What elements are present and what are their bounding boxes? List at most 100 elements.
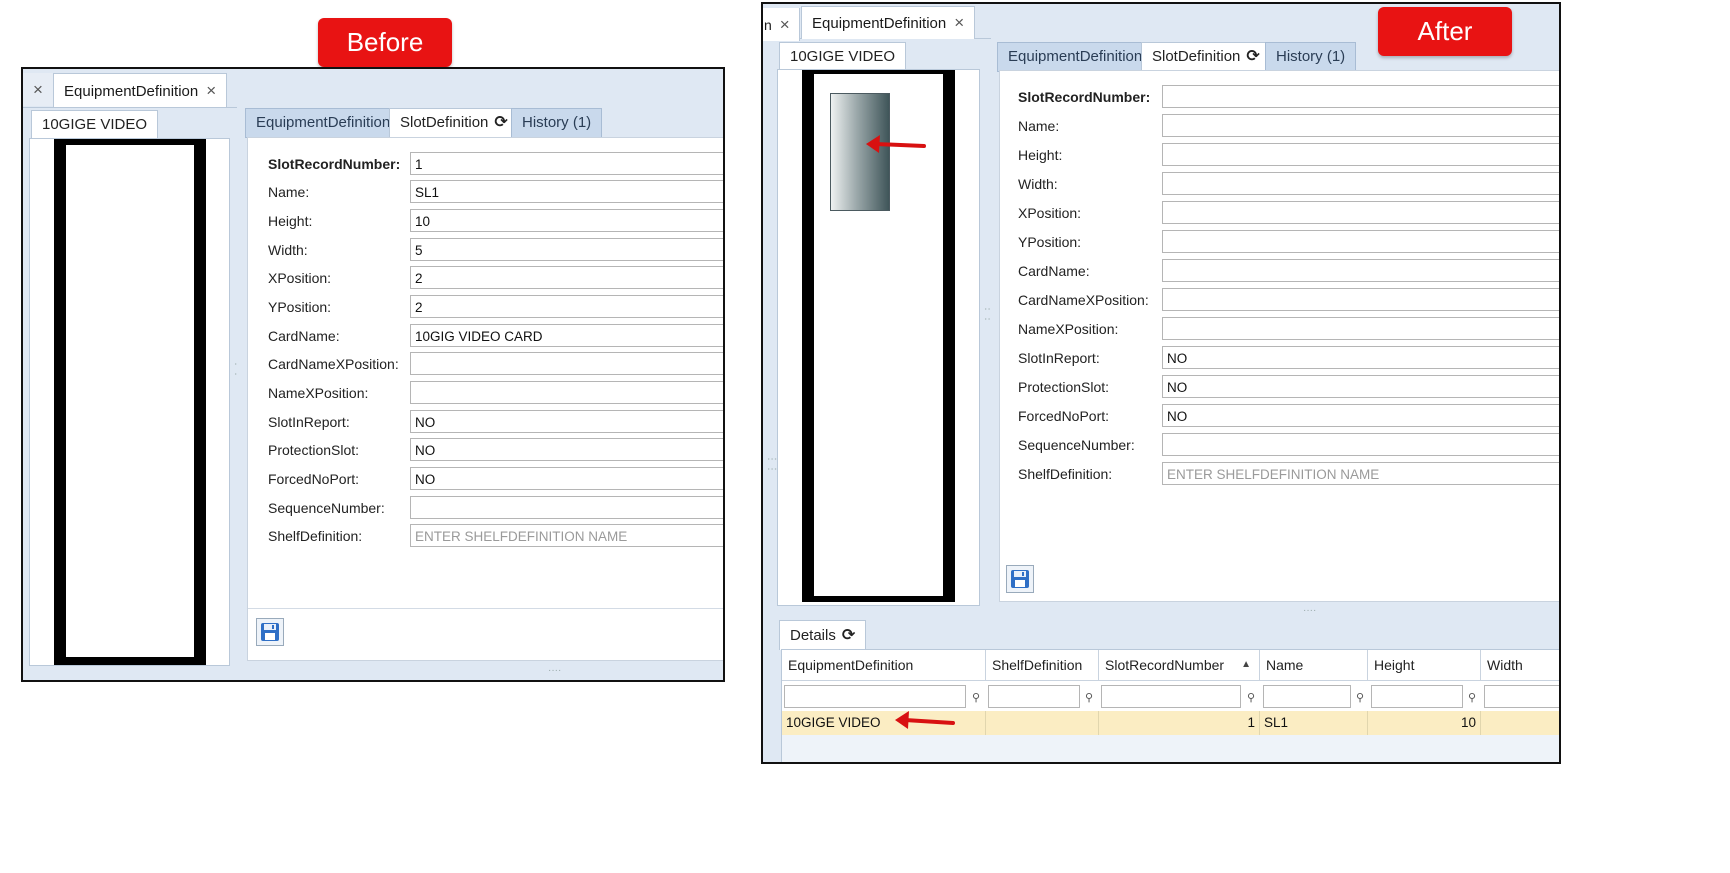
label-protection-slot: ProtectionSlot: (268, 442, 360, 458)
yposition-field[interactable] (1162, 230, 1559, 253)
width-field[interactable]: 5 (410, 238, 723, 261)
card-name-xposition-field[interactable] (1162, 288, 1559, 311)
card-name-field[interactable]: 10GIG VIDEO CARD (410, 324, 723, 347)
forced-no-port-field[interactable]: NO (410, 467, 723, 490)
filter-input-slot[interactable] (1101, 685, 1241, 708)
forced-no-port-field[interactable]: NO (1162, 404, 1559, 427)
slot-record-number-field[interactable] (1162, 85, 1559, 108)
label-width: Width: (1018, 176, 1058, 192)
tab-history[interactable]: History (1) (1265, 42, 1357, 72)
label-shelf-definition: ShelfDefinition: (268, 528, 363, 544)
name-xposition-field[interactable] (1162, 317, 1559, 340)
arrow-annotation-row (895, 711, 955, 729)
column-header-width[interactable]: Width (1481, 650, 1559, 680)
refresh-icon[interactable]: ⟳ (842, 621, 855, 650)
tab-details[interactable]: Details ⟳ (779, 620, 867, 650)
slot-record-number-field[interactable]: 1 (410, 152, 723, 175)
label-height: Height: (268, 213, 313, 229)
floppy-disk-icon (261, 623, 279, 641)
filter-input-height[interactable] (1371, 685, 1463, 708)
column-header-slot-record-number[interactable]: SlotRecordNumber ▲ (1099, 650, 1260, 680)
label-yposition: YPosition: (1018, 234, 1082, 250)
name-field[interactable] (1162, 114, 1559, 137)
after-label: After (1378, 7, 1512, 56)
tab-slot-definition[interactable]: SlotDefinition ⟳ (1141, 42, 1271, 71)
filter-input-equipment[interactable] (784, 685, 966, 708)
card-name-xposition-field[interactable] (410, 352, 723, 375)
cell-height: 10 (1368, 711, 1481, 735)
tab-10gige-video[interactable]: 10GIGE VIDEO (779, 42, 907, 71)
sequence-number-field[interactable] (410, 496, 723, 519)
slot-definition-form: SlotRecordNumber: Name: Height: Width: X… (999, 70, 1559, 602)
xposition-field[interactable] (1162, 201, 1559, 224)
tab-equipment-definition[interactable]: EquipmentDefinition × (801, 6, 976, 39)
filter-input-width[interactable] (1484, 685, 1559, 708)
label-slot-record-number: SlotRecordNumber: (1018, 89, 1151, 105)
slot-definition-form: SlotRecordNumber: Name: Height: Width: X… (247, 137, 723, 661)
splitter-handle[interactable]: ···· (548, 665, 561, 676)
label-name-xposition: NameXPosition: (268, 385, 369, 401)
protection-slot-field[interactable]: NO (1162, 375, 1559, 398)
protection-slot-field[interactable]: NO (410, 438, 723, 461)
close-icon[interactable]: × (206, 81, 216, 100)
rack-frame (54, 139, 206, 665)
filter-icon[interactable]: ⚲ (1247, 691, 1255, 704)
tab-label: SlotDefinition (400, 114, 489, 131)
column-header-equipment-definition[interactable]: EquipmentDefinition (782, 650, 986, 680)
tab-10gige-video[interactable]: 10GIGE VIDEO (31, 110, 159, 139)
previous-tab[interactable]: n × (763, 8, 800, 41)
label-width: Width: (268, 242, 308, 258)
filter-icon[interactable]: ⚲ (1468, 691, 1476, 704)
refresh-icon[interactable]: ⟳ (1246, 43, 1259, 71)
form-container: EquipmentDefinition SlotDefinition ⟳ Hist… (237, 104, 723, 664)
name-xposition-field[interactable] (410, 381, 723, 404)
tab-equipment-definition-form[interactable]: EquipmentDefinition (245, 108, 402, 138)
rack-slot-area (66, 145, 194, 657)
splitter-handle[interactable]: ⋮⋮ (766, 454, 777, 474)
label-card-name: CardName: (1018, 263, 1090, 279)
close-icon[interactable]: × (954, 13, 964, 32)
tab-history[interactable]: History (1) (511, 108, 603, 138)
slot-in-report-field[interactable]: NO (1162, 346, 1559, 369)
sequence-number-field[interactable] (1162, 433, 1559, 456)
after-window: n × EquipmentDefinition × 10GIGE VIDEO ⋮⋮ … (761, 2, 1561, 764)
filter-icon[interactable]: ⚲ (1356, 691, 1364, 704)
filter-icon[interactable]: ⚲ (1085, 691, 1093, 704)
label-xposition: XPosition: (1018, 205, 1082, 221)
filter-input-shelf[interactable] (988, 685, 1080, 708)
details-grid: EquipmentDefinition ShelfDefinition Slot… (781, 649, 1559, 762)
save-button[interactable] (256, 618, 284, 646)
xposition-field[interactable]: 2 (410, 266, 723, 289)
tab-label: EquipmentDefinition (64, 83, 199, 100)
yposition-field[interactable]: 2 (410, 295, 723, 318)
shelf-definition-input[interactable]: ENTER SHELFDEFINITION NAME (410, 524, 723, 547)
column-header-name[interactable]: Name (1260, 650, 1368, 680)
filter-icon[interactable]: ⚲ (972, 691, 980, 704)
shelf-definition-input[interactable]: ENTER SHELFDEFINITION NAME (1162, 462, 1559, 485)
card-name-field[interactable] (1162, 259, 1559, 282)
column-header-height[interactable]: Height (1368, 650, 1481, 680)
tab-equipment-definition[interactable]: EquipmentDefinition × (53, 73, 228, 107)
close-icon[interactable]: × (780, 15, 790, 34)
slot-in-report-field[interactable]: NO (410, 410, 723, 433)
height-field[interactable] (1162, 143, 1559, 166)
splitter-handle[interactable]: ···· (1303, 605, 1316, 616)
rack-preview-panel (29, 138, 230, 666)
before-window: × EquipmentDefinition× 10GIGE VIDEO ⋮⋮ E… (21, 67, 725, 682)
label-shelf-definition: ShelfDefinition: (1018, 466, 1113, 482)
width-field[interactable] (1162, 172, 1559, 195)
column-header-shelf-definition[interactable]: ShelfDefinition (986, 650, 1099, 680)
cell-shelf (986, 711, 1099, 735)
height-field[interactable]: 10 (410, 209, 723, 232)
save-button[interactable] (1006, 565, 1034, 593)
label-forced-no-port: ForcedNoPort: (268, 471, 360, 487)
cell-width (1481, 711, 1559, 735)
tab-slot-definition[interactable]: SlotDefinition ⟳ (389, 108, 519, 137)
label-yposition: YPosition: (268, 299, 332, 315)
filter-input-name[interactable] (1263, 685, 1351, 708)
tab-equipment-definition-form[interactable]: EquipmentDefinition (997, 42, 1154, 72)
tab-label: n (764, 17, 772, 33)
name-field[interactable]: SL1 (410, 180, 723, 203)
refresh-icon[interactable]: ⟳ (494, 109, 507, 137)
previous-tab-close-icon[interactable]: × (23, 73, 53, 106)
